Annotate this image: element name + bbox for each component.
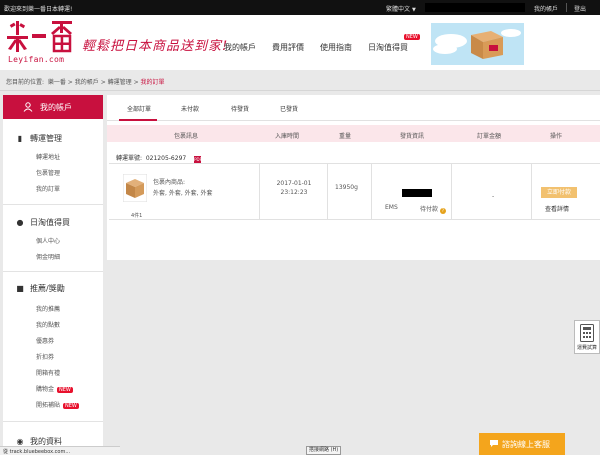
package-quantity: 4件1: [131, 213, 143, 219]
divider: [451, 164, 452, 219]
package-icon: [123, 174, 147, 202]
site-logo[interactable]: Leyifan.com: [6, 19, 76, 65]
logo-domain-text: Leyifan.com: [8, 55, 65, 64]
welcome-text: 歡迎來到樂一番日本轉運!: [4, 6, 73, 13]
sidebar-item-subsidy[interactable]: 開拓補貼 NEW: [36, 400, 79, 409]
divider: [3, 271, 103, 272]
col-actions: 操作: [550, 133, 563, 140]
language-selector[interactable]: 繁體中文 ▼: [386, 4, 416, 13]
sidebar-item-shipping-address[interactable]: 轉運地址: [36, 152, 60, 161]
breadcrumb-home[interactable]: 樂一番: [48, 79, 66, 86]
breadcrumb-account[interactable]: 我的帳戶: [75, 79, 99, 86]
col-in-time: 入庫時間: [275, 133, 300, 140]
new-badge: NEW: [63, 403, 79, 409]
order-amount: -: [492, 193, 495, 200]
sidebar-item-packages[interactable]: 包裹管理: [36, 168, 60, 177]
flying-box-illustration: [433, 29, 521, 59]
table-header: 包裹訊息 入庫時間 重量 發貨資訊 訂單金額 操作: [107, 125, 600, 142]
shipping-calculator-button[interactable]: 運費試算: [574, 320, 600, 354]
nav-deals[interactable]: 日淘值得買: [368, 42, 408, 53]
nav-pricing[interactable]: 費用評價: [272, 42, 304, 53]
logout-link[interactable]: 登出: [574, 4, 586, 13]
slogan: 輕鬆把日本商品送到家!: [82, 39, 229, 54]
shipment-number-row: 轉運單號: 021205-6297 PDF: [116, 155, 202, 163]
chat-icon: [490, 440, 498, 447]
sidebar-item-personal-center[interactable]: 個人中心: [36, 236, 60, 245]
new-badge: NEW: [57, 387, 73, 393]
tab-all-orders[interactable]: 全部訂單: [127, 104, 151, 113]
sidebar-header[interactable]: 我的帳戶: [3, 95, 103, 119]
orders-panel: 全部訂單 未付款 待發貨 已發貨 包裹訊息 入庫時間 重量 發貨資訊 訂單金額 …: [107, 95, 600, 260]
gift-icon: ■: [16, 284, 24, 293]
new-badge: NEW: [404, 34, 420, 40]
divider: [3, 204, 103, 205]
breadcrumb: 您目前的位置: 樂一番 > 我的帳戶 > 轉運管理 > 我的訂單: [6, 79, 165, 86]
divider: [259, 164, 260, 219]
sidebar-section-title: ● 日淘值得買: [16, 218, 71, 227]
col-shipping-info: 發貨資訊: [400, 133, 425, 140]
sidebar: 我的帳戶 ▮ 轉運管理 轉運地址 包裹管理 我的訂單 ● 日淘值得買 個人中心 佣金…: [3, 95, 103, 455]
sidebar-item-discounts[interactable]: 折扣券: [36, 352, 54, 361]
pay-now-button[interactable]: 立即付款: [541, 187, 577, 198]
col-amount: 訂單金額: [477, 133, 502, 140]
col-package-info: 包裹訊息: [174, 133, 199, 140]
breadcrumb-shipping[interactable]: 轉運管理: [108, 79, 132, 86]
package-contents: 包裹內商品: 外套, 外套, 外套, 外套: [153, 179, 213, 197]
sidebar-item-coupons[interactable]: 優惠券: [36, 336, 54, 345]
in-time: 2017-01-01 23:12:23: [276, 180, 312, 196]
pdf-icon[interactable]: PDF: [194, 156, 202, 163]
promo-banner[interactable]: [431, 23, 524, 65]
divider: [371, 164, 372, 219]
nav-guide[interactable]: 使用指南: [320, 42, 352, 53]
nav-my-account[interactable]: 我的帳戶: [224, 42, 256, 53]
tab-shipped[interactable]: 已發貨: [280, 104, 298, 113]
sidebar-item-shopping-credit[interactable]: 購物金 NEW: [36, 384, 73, 393]
sidebar-item-my-orders[interactable]: 我的訂單: [36, 184, 60, 193]
top-bar: 歡迎來到樂一番日本轉運! 繁體中文 ▼ 我的帳戶 登出: [0, 0, 600, 15]
truck-icon: ▮: [17, 134, 23, 143]
chevron-down-icon: ▼: [411, 7, 416, 13]
help-icon[interactable]: ?: [439, 208, 446, 214]
divider: [531, 164, 532, 219]
breadcrumb-current: 我的訂單: [140, 79, 165, 86]
sidebar-section-title: ■ 推薦/獎勵: [16, 284, 65, 293]
col-weight: 重量: [339, 133, 352, 140]
divider: [566, 3, 567, 12]
user-icon: [23, 102, 33, 112]
network-status: 搭接網路 (H): [306, 446, 342, 455]
view-details-button[interactable]: 查看詳情: [545, 204, 569, 213]
sidebar-section-title: ▮ 轉運管理: [15, 133, 62, 144]
site-header: Leyifan.com 輕鬆把日本商品送到家! 我的帳戶 費用評價 使用指南 日…: [0, 15, 600, 70]
logo-mark: [7, 21, 72, 53]
coin-icon: ●: [16, 218, 24, 227]
redacted-username: [425, 3, 525, 12]
sidebar-item-points[interactable]: 我的點數: [36, 320, 60, 329]
redacted-tracking: [402, 189, 432, 197]
tab-pending-shipment[interactable]: 待發貨: [231, 104, 249, 113]
tab-unpaid[interactable]: 未付款: [181, 104, 199, 113]
live-chat-button[interactable]: 諮詢線上客服: [479, 433, 565, 455]
active-tab-indicator: [119, 119, 157, 121]
shipment-number: 021205-6297: [145, 155, 187, 162]
divider: [3, 421, 103, 422]
sidebar-item-unboxing-gift[interactable]: 開箱有禮: [36, 368, 60, 377]
divider: [327, 164, 328, 219]
sidebar-item-referrals[interactable]: 我的推薦: [36, 304, 60, 313]
divider: [0, 90, 600, 91]
carrier-name: EMS: [385, 204, 398, 211]
sidebar-item-commission[interactable]: 佣金明細: [36, 252, 60, 261]
calculator-icon: [580, 324, 594, 342]
user-icon: ◉: [16, 437, 24, 446]
browser-status-bar: 從 track.bluebeebox.com...: [0, 446, 120, 455]
payment-status: 待付款 ?: [420, 206, 446, 214]
table-row: 4件1 包裹內商品: 外套, 外套, 外套, 外套 2017-01-01 23:…: [109, 163, 600, 220]
package-weight: 13950g: [335, 184, 358, 191]
order-tabs: 全部訂單 未付款 待發貨 已發貨: [107, 95, 600, 121]
my-account-link[interactable]: 我的帳戶: [534, 4, 558, 13]
